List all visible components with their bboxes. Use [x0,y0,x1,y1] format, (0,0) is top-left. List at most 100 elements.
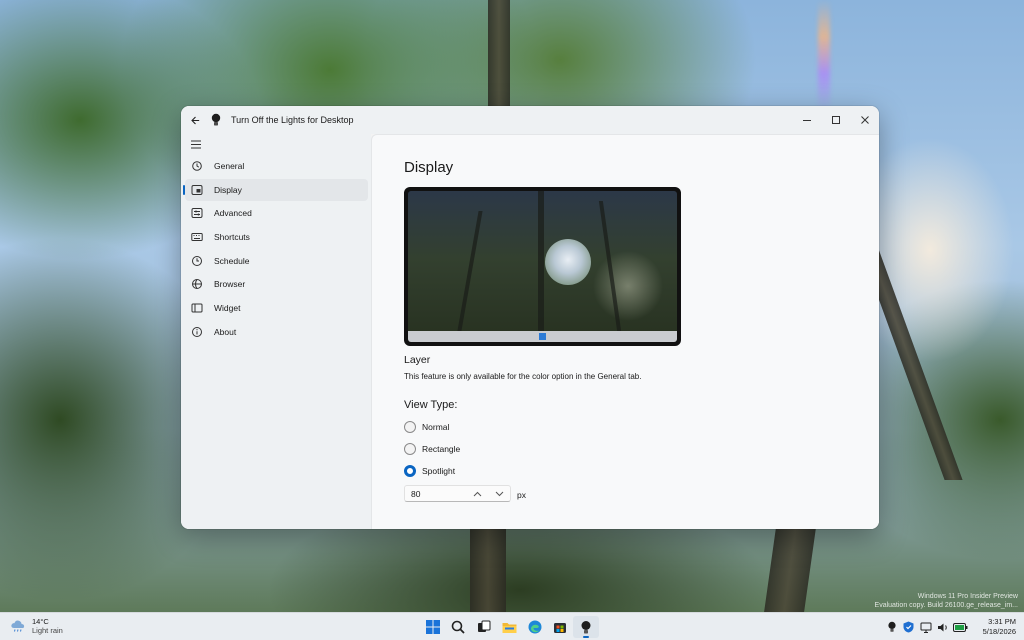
spotlight-circle [545,239,591,285]
sidebar-item-about[interactable]: About [185,321,368,343]
tree-trunk [470,528,506,612]
page-title: Display [404,159,454,176]
display-preview [404,187,681,346]
radio-normal[interactable]: Normal [404,420,449,434]
radio-circle[interactable] [404,443,416,455]
clock-icon [190,254,204,268]
turn-off-the-lights-taskbar-button[interactable] [573,616,599,638]
app-lamp-icon [209,113,223,127]
weather-temperature: 14°C [32,617,49,626]
keyboard-icon [190,230,204,244]
sidebar-item-label: Display [214,184,242,195]
increment-button[interactable] [466,486,488,501]
store-icon [554,623,567,633]
sidebar-item-label: Advanced [214,208,252,219]
rain-cloud-icon [11,620,25,632]
security-icon [903,621,914,633]
search-icon [451,620,465,634]
info-icon [190,325,204,339]
volume-tray-button[interactable] [935,619,950,635]
sidebar-item-shortcuts[interactable]: Shortcuts [185,226,368,248]
tree-trunk [764,528,816,612]
preview-tree [598,201,622,331]
radio-rectangle[interactable]: Rectangle [404,442,460,456]
task-view-icon [477,620,491,632]
preview-start-icon [539,333,546,340]
window-title: Turn Off the Lights for Desktop [231,115,354,125]
sidebar-item-display[interactable]: Display [183,178,368,201]
task-view-button[interactable] [471,616,497,638]
taskbar-apps [420,616,599,638]
sidebar-item-label: About [214,326,237,337]
security-tray-button[interactable] [901,619,916,635]
preview-taskbar [408,331,677,342]
decrement-button[interactable] [488,486,510,501]
file-explorer-button[interactable] [497,616,523,638]
radio-label: Rectangle [422,444,461,454]
sidebar-item-label: Widget [214,303,241,314]
evaluation-watermark: Windows 11 Pro Insider Preview Evaluatio… [875,592,1018,610]
chevron-down-icon [495,491,503,496]
radio-circle[interactable] [404,421,416,433]
sidebar-item-label: General [214,161,245,171]
hamburger-icon [191,140,201,149]
preview-tree [538,191,544,331]
lens-flare [818,0,830,110]
sidebar-item-advanced[interactable]: Advanced [185,202,368,224]
sidebar-item-schedule[interactable]: Schedule [185,250,368,272]
weather-widget[interactable]: 14°C Light rain [10,617,63,635]
clock-time: 3:31 PM [988,617,1016,626]
edge-icon [528,620,542,634]
window-controls [792,106,879,134]
sidebar-nav: General Display Advanced Shortcuts Sched… [181,155,371,345]
sidebar-item-widget[interactable]: Widget [185,297,368,319]
sidebar-item-browser[interactable]: Browser [185,273,368,295]
battery-tray-button[interactable] [952,619,968,635]
radio-spotlight[interactable]: Spotlight [404,464,455,478]
turn-off-the-lights-icon [581,620,591,633]
watermark-line: Windows 11 Pro Insider Preview [917,593,1018,600]
spotlight-size-stepper[interactable]: 80 [404,485,511,502]
radio-label: Spotlight [422,466,456,476]
watermark-line: Evaluation copy. Build 26100.ge_release_… [874,602,1018,609]
tree-trunk [488,0,510,108]
app-window: Turn Off the Lights for Desktop General [181,106,879,529]
content-pane: Display Layer This feature is only avail… [371,134,879,529]
layer-heading: Layer [404,354,431,366]
back-button[interactable] [181,106,209,134]
maximize-button[interactable] [821,106,850,134]
close-icon [860,116,869,124]
maximize-icon [831,116,840,124]
clock[interactable]: 3:31 PM 5/18/2026 [983,617,1016,637]
start-button[interactable] [420,616,446,638]
turn-off-the-lights-tray-icon [887,621,896,632]
sidebar-item-label: Browser [214,279,246,290]
radio-circle[interactable] [404,465,416,477]
widget-icon [190,301,204,315]
close-button[interactable] [850,106,879,134]
battery-icon [952,622,967,632]
start-icon [425,620,440,634]
network-tray-button[interactable] [918,619,933,635]
weather-condition: Light rain [32,626,63,635]
chevron-up-icon [473,491,481,496]
sidebar: General Display Advanced Shortcuts Sched… [181,134,371,529]
weather-text: 14°C Light rain [32,617,63,635]
clock-date: 5/18/2026 [982,627,1016,636]
menu-toggle-button[interactable] [190,138,204,152]
layer-description: This feature is only available for the c… [404,372,642,381]
turn-off-the-lights-tray-button[interactable] [884,619,899,635]
back-arrow-icon [190,116,199,124]
file-explorer-icon [502,622,517,633]
spotlight-size-value[interactable]: 80 [411,489,466,499]
volume-icon [937,623,947,631]
network-icon [920,622,931,633]
system-tray [884,619,970,635]
minimize-button[interactable] [792,106,821,134]
edge-button[interactable] [522,616,548,638]
preview-tree [457,211,483,331]
minimize-icon [802,120,811,121]
sidebar-item-general[interactable]: General [185,155,368,177]
store-button[interactable] [548,616,574,638]
search-button[interactable] [446,616,472,638]
